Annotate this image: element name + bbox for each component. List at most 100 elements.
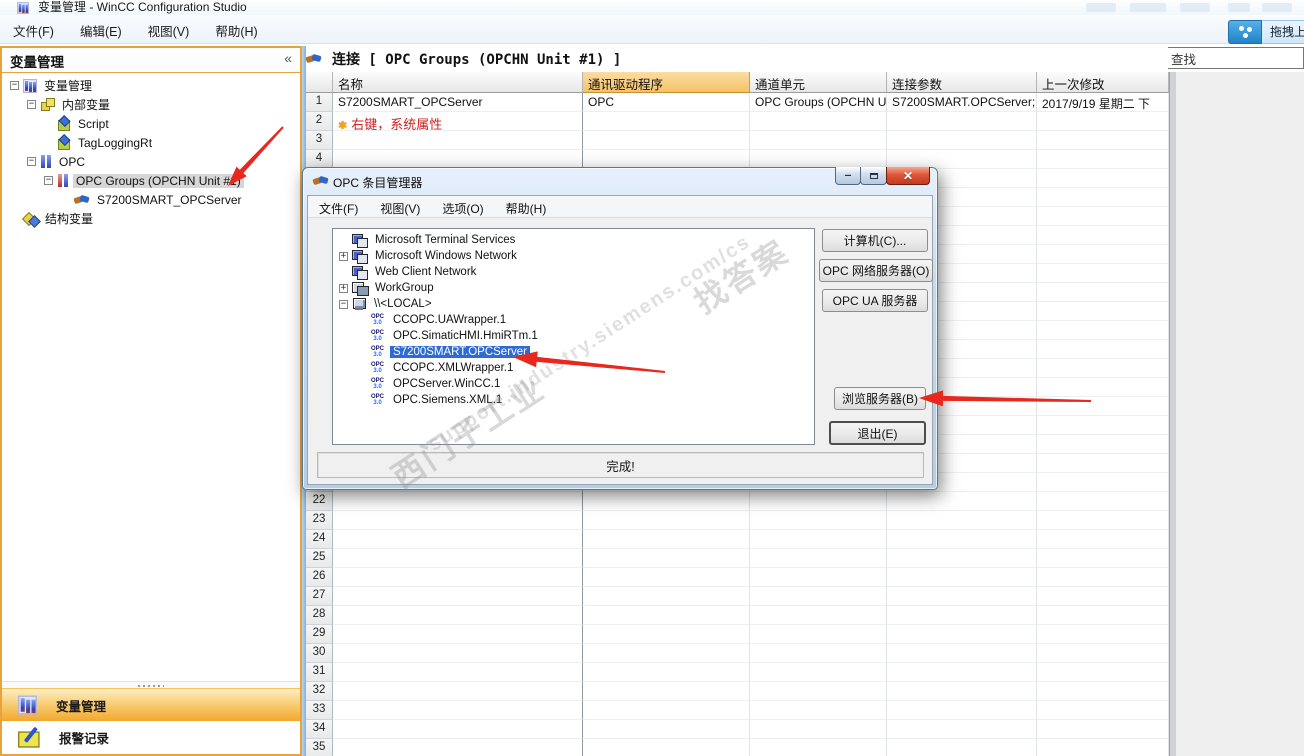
- dialog-title-bar[interactable]: OPC 条目管理器 — ✕: [303, 167, 937, 195]
- grid-cell[interactable]: [887, 511, 1037, 530]
- dialog-menu-item-选项(O)[interactable]: 选项(O): [431, 196, 494, 217]
- tree-item[interactable]: TagLoggingRt: [2, 133, 300, 152]
- dialog-button-OPC UA 服务器[interactable]: OPC UA 服务器: [822, 289, 928, 312]
- grid-cell[interactable]: [1037, 378, 1169, 397]
- row-number[interactable]: 27: [306, 587, 333, 606]
- grid-cell[interactable]: [1037, 283, 1169, 302]
- grid-cell[interactable]: [333, 587, 583, 606]
- grid-cell[interactable]: [1037, 302, 1169, 321]
- grid-cell[interactable]: [583, 701, 750, 720]
- grid-cell[interactable]: [1037, 511, 1169, 530]
- grid-cell[interactable]: [333, 606, 583, 625]
- row-number[interactable]: 23: [306, 511, 333, 530]
- grid-cell[interactable]: [333, 682, 583, 701]
- grid-cell[interactable]: ✱ 右键，系统属性: [333, 112, 583, 131]
- dialog-button-退出(E)[interactable]: 退出(E): [829, 421, 926, 445]
- grid-cell[interactable]: [1037, 416, 1169, 435]
- tree-item[interactable]: − 变量管理: [2, 76, 300, 95]
- grid-cell[interactable]: [750, 492, 887, 511]
- tree-item[interactable]: Script: [2, 114, 300, 133]
- dialog-menu-item-帮助(H)[interactable]: 帮助(H): [495, 196, 558, 217]
- collapse-minus-icon[interactable]: −: [339, 299, 348, 309]
- collapse-minus-icon[interactable]: −: [27, 157, 36, 166]
- tree-item[interactable]: Web Client Network: [333, 264, 814, 280]
- row-number[interactable]: 35: [306, 739, 333, 756]
- grid-cell[interactable]: [750, 112, 887, 131]
- grid-cell[interactable]: [1037, 625, 1169, 644]
- grid-cell[interactable]: [333, 739, 583, 756]
- tree-item[interactable]: + Microsoft Windows Network: [333, 248, 814, 264]
- search-input[interactable]: [1166, 47, 1304, 69]
- grid-corner-cell[interactable]: [306, 72, 333, 93]
- menu-item-编辑(E)[interactable]: 编辑(E): [67, 15, 135, 43]
- grid-cell[interactable]: [1037, 454, 1169, 473]
- dialog-menu-item-文件(F)[interactable]: 文件(F): [308, 196, 369, 217]
- grid-cell[interactable]: [750, 568, 887, 587]
- tree-item[interactable]: − OPC Groups (OPCHN Unit #1): [2, 171, 300, 190]
- grid-cell[interactable]: [1037, 207, 1169, 226]
- grid-cell[interactable]: [750, 663, 887, 682]
- grid-cell[interactable]: [583, 530, 750, 549]
- grid-cell[interactable]: [583, 587, 750, 606]
- grid-cell[interactable]: S7200SMART_OPCServer: [333, 93, 583, 112]
- dialog-menu-item-视图(V)[interactable]: 视图(V): [369, 196, 431, 217]
- grid-cell[interactable]: [583, 492, 750, 511]
- grid-cell[interactable]: [583, 720, 750, 739]
- maximize-button[interactable]: [860, 167, 887, 185]
- menu-item-视图(V)[interactable]: 视图(V): [135, 15, 203, 43]
- tree-item[interactable]: OPC 3.0 OPCServer.WinCC.1: [333, 376, 814, 392]
- tree-item[interactable]: OPC 3.0 CCOPC.UAWrapper.1: [333, 312, 814, 328]
- grid-cell[interactable]: [1037, 245, 1169, 264]
- grid-cell[interactable]: [750, 530, 887, 549]
- grid-cell[interactable]: [887, 549, 1037, 568]
- column-header-连接参数[interactable]: 连接参数: [887, 72, 1037, 93]
- grid-cell[interactable]: [1037, 530, 1169, 549]
- grid-cell[interactable]: [1037, 321, 1169, 340]
- grid-cell[interactable]: [887, 587, 1037, 606]
- grid-cell[interactable]: [583, 131, 750, 150]
- grid-cell[interactable]: [583, 739, 750, 756]
- tree-item[interactable]: − OPC: [2, 152, 300, 171]
- collapse-panel-button[interactable]: «: [284, 50, 292, 66]
- grid-cell[interactable]: [1037, 549, 1169, 568]
- grid-cell[interactable]: [887, 530, 1037, 549]
- grid-cell[interactable]: [887, 720, 1037, 739]
- row-number[interactable]: 32: [306, 682, 333, 701]
- grid-cell[interactable]: [887, 112, 1037, 131]
- grid-cell[interactable]: [583, 568, 750, 587]
- grid-cell[interactable]: [1037, 340, 1169, 359]
- grid-cell[interactable]: [1037, 720, 1169, 739]
- grid-cell[interactable]: [333, 568, 583, 587]
- row-number[interactable]: 29: [306, 625, 333, 644]
- grid-cell[interactable]: 2017/9/19 星期二 下: [1037, 93, 1169, 112]
- grid-cell[interactable]: [333, 549, 583, 568]
- grid-cell[interactable]: [750, 587, 887, 606]
- grid-cell[interactable]: [750, 682, 887, 701]
- dialog-button-浏览服务器(B)[interactable]: 浏览服务器(B): [834, 387, 926, 410]
- grid-cell[interactable]: [583, 663, 750, 682]
- menu-item-文件(F)[interactable]: 文件(F): [0, 15, 67, 43]
- tree-item[interactable]: + WorkGroup: [333, 280, 814, 296]
- tree-item[interactable]: − \\<LOCAL>: [333, 296, 814, 312]
- grid-cell[interactable]: [887, 701, 1037, 720]
- collapse-minus-icon[interactable]: −: [10, 81, 19, 90]
- grid-cell[interactable]: OPC: [583, 93, 750, 112]
- expand-plus-icon[interactable]: +: [339, 283, 348, 293]
- row-number[interactable]: 1: [306, 93, 333, 112]
- row-number[interactable]: 25: [306, 549, 333, 568]
- grid-scrollbar[interactable]: [1169, 72, 1176, 756]
- row-number[interactable]: 31: [306, 663, 333, 682]
- grid-cell[interactable]: [583, 644, 750, 663]
- grid-cell[interactable]: [333, 530, 583, 549]
- grid-cell[interactable]: [1037, 587, 1169, 606]
- column-header-名称[interactable]: 名称: [333, 72, 583, 93]
- grid-cell[interactable]: [1037, 150, 1169, 169]
- grid-cell[interactable]: [887, 663, 1037, 682]
- grid-cell[interactable]: [750, 644, 887, 663]
- row-number[interactable]: 33: [306, 701, 333, 720]
- row-number[interactable]: 30: [306, 644, 333, 663]
- row-number[interactable]: 24: [306, 530, 333, 549]
- grid-cell[interactable]: [750, 720, 887, 739]
- dialog-button-OPC 网络服务器(O)[interactable]: OPC 网络服务器(O): [819, 259, 933, 282]
- tree-item[interactable]: OPC 3.0 OPC.SimaticHMI.HmiRTm.1: [333, 328, 814, 344]
